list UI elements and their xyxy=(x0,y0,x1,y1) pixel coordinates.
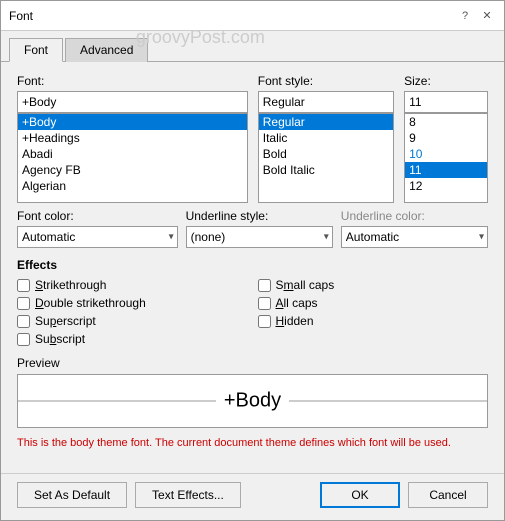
font-color-dropdown[interactable]: Automatic xyxy=(17,226,178,248)
font-name-list-wrapper: +Body +Headings Abadi Agency FB Algerian xyxy=(17,113,248,203)
small-caps-label: Small caps xyxy=(276,278,335,292)
help-button[interactable]: ? xyxy=(456,7,474,25)
preview-box: +Body xyxy=(17,374,488,428)
strikethrough-checkbox[interactable] xyxy=(17,279,30,292)
tab-font[interactable]: Font xyxy=(9,38,63,62)
double-strikethrough-item: Double strikethrough xyxy=(17,296,248,310)
title-controls: ? ✕ xyxy=(456,7,496,25)
font-color-group: Font color: Automatic xyxy=(17,209,178,248)
all-caps-item: All caps xyxy=(258,296,489,310)
strikethrough-item: Strikethrough xyxy=(17,278,248,292)
font-size-group: Size: 8 9 10 11 12 xyxy=(404,74,488,203)
underline-color-dropdown-container: Automatic xyxy=(341,226,488,248)
effects-grid: Strikethrough Double strikethrough Super… xyxy=(17,278,488,346)
underline-color-group: Underline color: Automatic xyxy=(341,209,488,248)
font-size-list[interactable]: 8 9 10 11 12 xyxy=(405,114,487,202)
font-size-list-wrapper: 8 9 10 11 12 xyxy=(404,113,488,203)
list-item[interactable]: Italic xyxy=(259,130,393,146)
title-bar: Font ? ✕ xyxy=(1,1,504,31)
font-style-input[interactable] xyxy=(258,91,394,113)
text-effects-button[interactable]: Text Effects... xyxy=(135,482,241,508)
font-size-label: Size: xyxy=(404,74,488,88)
underline-style-group: Underline style: (none) xyxy=(186,209,333,248)
superscript-checkbox[interactable] xyxy=(17,315,30,328)
preview-lines: +Body xyxy=(18,390,487,413)
hidden-checkbox[interactable] xyxy=(258,315,271,328)
font-size-input[interactable] xyxy=(404,91,488,113)
font-name-label: Font: xyxy=(17,74,248,88)
footer-left-buttons: Set As Default Text Effects... xyxy=(17,482,241,508)
small-caps-item: Small caps xyxy=(258,278,489,292)
close-button[interactable]: ✕ xyxy=(478,7,496,25)
list-item[interactable]: +Body xyxy=(18,114,247,130)
font-name-group: Font: +Body +Headings Abadi Agency FB Al… xyxy=(17,74,248,203)
list-item[interactable]: 10 xyxy=(405,146,487,162)
color-row: Font color: Automatic Underline style: (… xyxy=(17,209,488,248)
underline-color-label: Underline color: xyxy=(341,209,488,223)
list-item[interactable]: 11 xyxy=(405,162,487,178)
preview-text: +Body xyxy=(216,390,289,413)
list-item[interactable]: Bold Italic xyxy=(259,162,393,178)
font-style-list[interactable]: Regular Italic Bold Bold Italic xyxy=(259,114,393,202)
description-text: This is the body theme font. The current… xyxy=(17,436,488,451)
all-caps-label: All caps xyxy=(276,296,318,310)
list-item[interactable]: 9 xyxy=(405,130,487,146)
underline-style-label: Underline style: xyxy=(186,209,333,223)
subscript-label: Subscript xyxy=(35,332,85,346)
dialog-footer: Set As Default Text Effects... OK Cancel xyxy=(1,473,504,520)
font-dialog: Font ? ✕ Font Advanced groovyPost.com Fo… xyxy=(0,0,505,521)
tab-advanced[interactable]: Advanced xyxy=(65,38,148,62)
list-item[interactable]: Agency FB xyxy=(18,162,247,178)
superscript-item: Superscript xyxy=(17,314,248,328)
underline-color-dropdown[interactable]: Automatic xyxy=(341,226,488,248)
list-item[interactable]: 12 xyxy=(405,178,487,194)
double-strikethrough-checkbox[interactable] xyxy=(17,297,30,310)
effects-title: Effects xyxy=(17,258,488,272)
tab-bar: Font Advanced groovyPost.com xyxy=(1,31,504,62)
double-strikethrough-label: Double strikethrough xyxy=(35,296,146,310)
font-color-label: Font color: xyxy=(17,209,178,223)
font-style-label: Font style: xyxy=(258,74,394,88)
font-name-list[interactable]: +Body +Headings Abadi Agency FB Algerian xyxy=(18,114,247,202)
effects-right-col: Small caps All caps Hidden xyxy=(258,278,489,346)
font-style-list-wrapper: Regular Italic Bold Bold Italic xyxy=(258,113,394,203)
underline-style-dropdown-container: (none) xyxy=(186,226,333,248)
list-item[interactable]: +Headings xyxy=(18,130,247,146)
ok-button[interactable]: OK xyxy=(320,482,400,508)
all-caps-checkbox[interactable] xyxy=(258,297,271,310)
hidden-item: Hidden xyxy=(258,314,489,328)
subscript-checkbox[interactable] xyxy=(17,333,30,346)
hidden-label: Hidden xyxy=(276,314,314,328)
preview-line-left xyxy=(18,401,216,402)
preview-title: Preview xyxy=(17,356,488,370)
footer-right-buttons: OK Cancel xyxy=(320,482,488,508)
dialog-title: Font xyxy=(9,9,33,23)
font-fields-row: Font: +Body +Headings Abadi Agency FB Al… xyxy=(17,74,488,203)
list-item[interactable]: 8 xyxy=(405,114,487,130)
preview-section: Preview +Body xyxy=(17,356,488,428)
superscript-label: Superscript xyxy=(35,314,96,328)
font-style-group: Font style: Regular Italic Bold Bold Ita… xyxy=(258,74,394,203)
dialog-content: Font: +Body +Headings Abadi Agency FB Al… xyxy=(1,62,504,473)
effects-section: Effects Strikethrough Double strikethrou… xyxy=(17,258,488,346)
subscript-item: Subscript xyxy=(17,332,248,346)
list-item[interactable]: Abadi xyxy=(18,146,247,162)
small-caps-checkbox[interactable] xyxy=(258,279,271,292)
preview-line-right xyxy=(289,401,487,402)
list-item[interactable]: Algerian xyxy=(18,178,247,194)
watermark: groovyPost.com xyxy=(136,27,265,48)
cancel-button[interactable]: Cancel xyxy=(408,482,488,508)
font-name-input[interactable] xyxy=(17,91,248,113)
list-item[interactable]: Regular xyxy=(259,114,393,130)
strikethrough-label: Strikethrough xyxy=(35,278,106,292)
list-item[interactable]: Bold xyxy=(259,146,393,162)
set-default-button[interactable]: Set As Default xyxy=(17,482,127,508)
underline-style-dropdown[interactable]: (none) xyxy=(186,226,333,248)
effects-left-col: Strikethrough Double strikethrough Super… xyxy=(17,278,248,346)
font-color-dropdown-container: Automatic xyxy=(17,226,178,248)
